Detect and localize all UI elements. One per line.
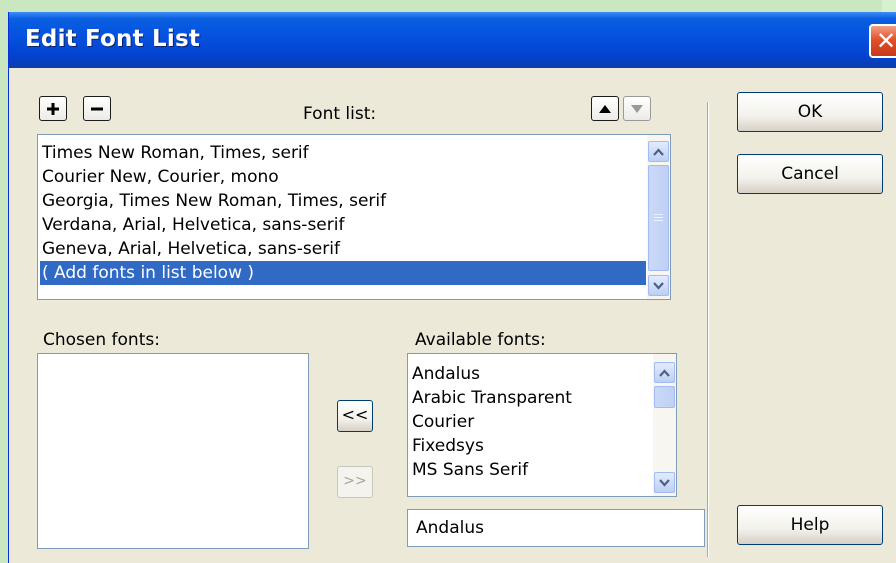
triangle-up-icon: [599, 104, 611, 113]
plus-icon: [47, 102, 59, 115]
vertical-divider: [707, 102, 709, 557]
chosen-fonts-listbox[interactable]: [37, 353, 309, 549]
scroll-up-button[interactable]: [648, 141, 669, 162]
scroll-down-button[interactable]: [648, 275, 669, 296]
scroll-thumb[interactable]: [648, 165, 669, 271]
available-fonts-listbox[interactable]: Andalus Arabic Transparent Courier Fixed…: [407, 353, 677, 497]
font-list-label: Font list:: [303, 104, 377, 124]
list-item[interactable]: Andalus: [412, 362, 480, 386]
available-fonts-label: Available fonts:: [415, 330, 546, 350]
list-item[interactable]: Georgia, Times New Roman, Times, serif: [42, 189, 386, 213]
minus-icon: [91, 107, 103, 110]
list-item[interactable]: Arabic Transparent: [412, 386, 572, 410]
chosen-fonts-label: Chosen fonts:: [43, 330, 160, 350]
title-bar[interactable]: Edit Font List ✕: [9, 12, 896, 68]
list-item-selected[interactable]: ( Add fonts in list below ): [40, 261, 646, 285]
edit-font-list-dialog: Edit Font List ✕ Font list: Times New Ro…: [8, 12, 896, 563]
available-fonts-scrollbar[interactable]: [653, 354, 676, 496]
scroll-thumb[interactable]: [654, 386, 675, 408]
list-item[interactable]: Fixedsys: [412, 434, 484, 458]
scroll-down-button[interactable]: [654, 472, 675, 493]
remove-from-chosen-button[interactable]: >>: [337, 466, 373, 498]
chevron-down-icon: [653, 281, 664, 290]
list-item[interactable]: Courier New, Courier, mono: [42, 165, 279, 189]
list-item[interactable]: Times New Roman, Times, serif: [42, 141, 309, 165]
font-list-listbox[interactable]: Times New Roman, Times, serif Courier Ne…: [37, 134, 671, 300]
move-down-button[interactable]: [623, 96, 651, 121]
chevron-up-icon: [659, 368, 670, 377]
ok-button[interactable]: OK: [737, 92, 883, 132]
dialog-title: Edit Font List: [25, 26, 201, 52]
grip-icon: [654, 214, 663, 221]
remove-font-button[interactable]: [83, 96, 111, 121]
scroll-up-button[interactable]: [654, 362, 675, 383]
help-button[interactable]: Help: [737, 505, 883, 545]
add-to-chosen-button[interactable]: <<: [337, 400, 373, 432]
chevron-up-icon: [653, 147, 664, 156]
chevron-down-icon: [659, 478, 670, 487]
list-item[interactable]: MS Sans Serif: [412, 458, 528, 482]
font-name-input[interactable]: Andalus: [407, 509, 705, 547]
cancel-button[interactable]: Cancel: [737, 154, 883, 194]
close-button[interactable]: ✕: [869, 24, 896, 58]
list-item[interactable]: Geneva, Arial, Helvetica, sans-serif: [42, 237, 340, 261]
triangle-down-icon: [631, 104, 643, 113]
font-list-scrollbar[interactable]: [647, 135, 670, 299]
list-item[interactable]: Verdana, Arial, Helvetica, sans-serif: [42, 213, 344, 237]
list-item[interactable]: Courier: [412, 410, 474, 434]
move-up-button[interactable]: [591, 96, 619, 121]
add-font-button[interactable]: [39, 96, 67, 121]
